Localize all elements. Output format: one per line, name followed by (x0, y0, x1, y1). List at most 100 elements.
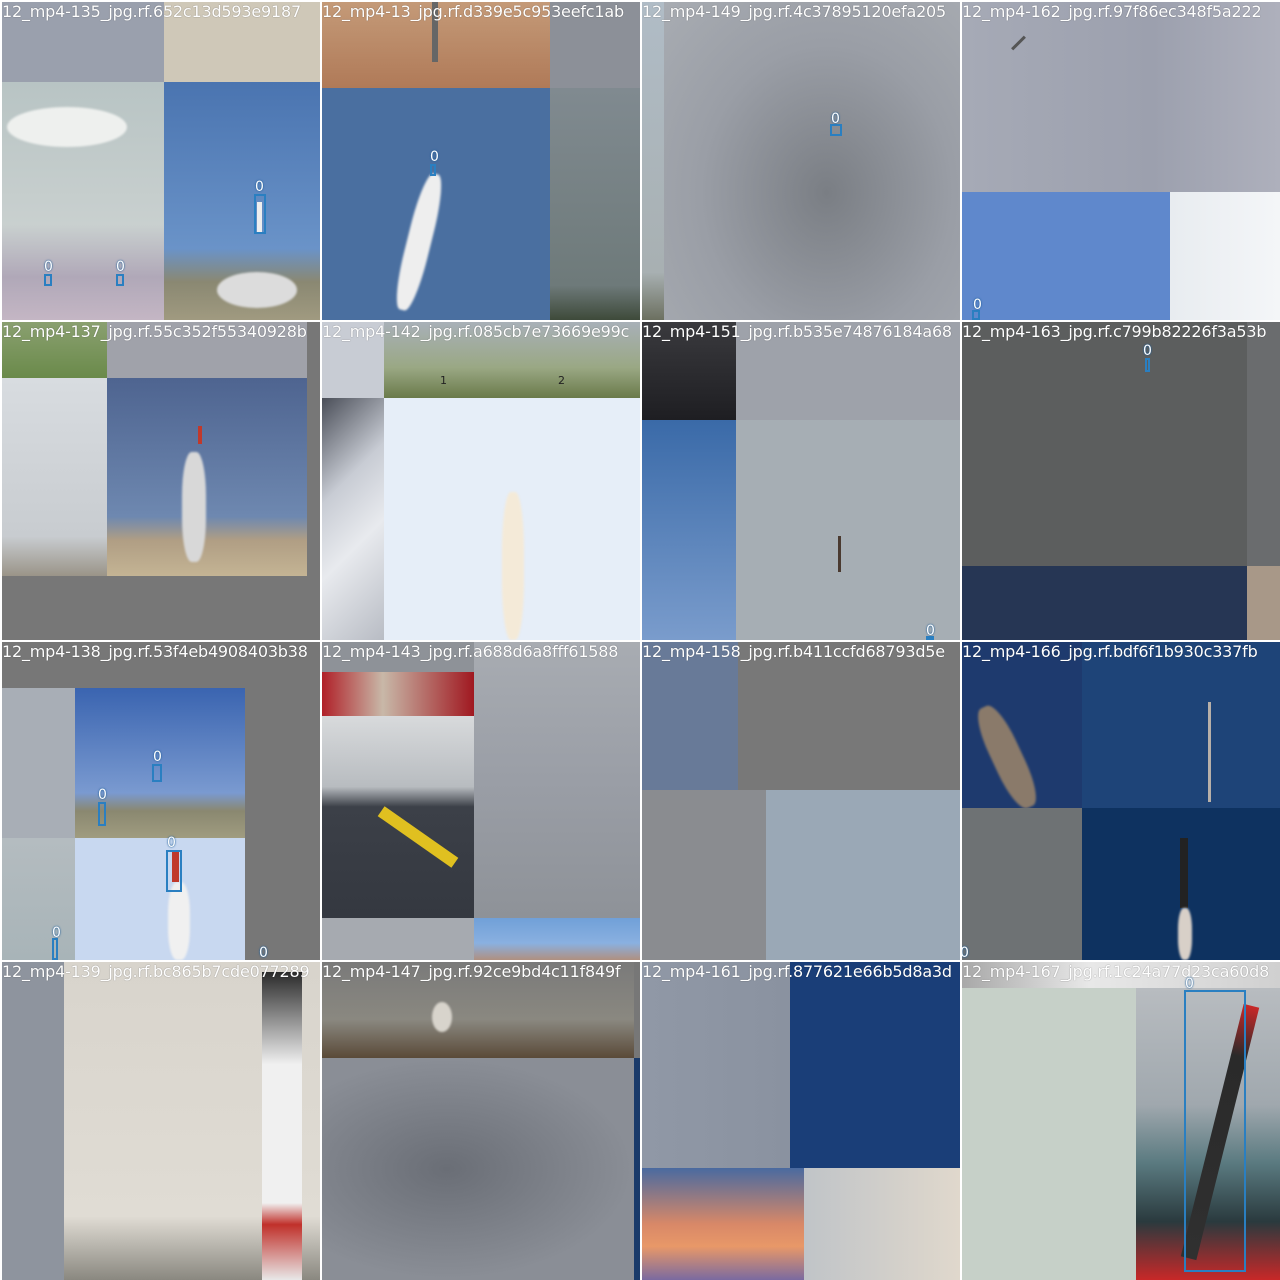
image-patch (1170, 192, 1280, 320)
mosaic-tile: 0 12_mp4-167_jpg.rf.1c24a77d23ca60d8 (962, 962, 1280, 1280)
image-patch (790, 962, 960, 1168)
rocket-mark (1180, 838, 1188, 908)
mosaic-tile: 0 12_mp4-163_jpg.rf.c799b82226f3a53b (962, 322, 1280, 640)
tile-title: 12_mp4-137_jpg.rf.55c352f55340928b (2, 322, 307, 341)
mosaic-tile: 0 12_mp4-166_jpg.rf.bdf6f1b930c337fb (962, 642, 1280, 960)
mosaic-tile: 0 12_mp4-151_jpg.rf.b535e74876184a68 (642, 322, 960, 640)
mosaic-tile: 12_mp4-161_jpg.rf.877621e66b5d8a3d (642, 962, 960, 1280)
image-patch (634, 1058, 640, 1280)
tile-title: 12_mp4-13_jpg.rf.d339e5c953eefc1ab (322, 2, 624, 21)
image-patch (642, 1168, 804, 1280)
scene-mark: 1 (440, 374, 447, 387)
launch-smoke (432, 1002, 452, 1032)
detection-box (1145, 358, 1150, 372)
rocket-mark (1208, 702, 1211, 802)
detection-box (98, 802, 106, 826)
detection-label: 0 (255, 179, 264, 195)
rocket-mark (838, 536, 841, 572)
tile-title: 12_mp4-142_jpg.rf.085cb7e73669e99c (322, 322, 630, 341)
detection-label: 0 (1143, 343, 1152, 359)
image-patch (2, 688, 75, 838)
tile-title: 12_mp4-139_jpg.rf.bc865b7cde077289 (2, 962, 310, 981)
image-patch (2, 576, 307, 640)
detection-label: 0 (973, 297, 982, 313)
tile-title: 12_mp4-135_jpg.rf.652c13d593e9187 (2, 2, 301, 21)
image-patch (766, 790, 960, 960)
tile-title: 12_mp4-143_jpg.rf.a688d6a8fff61588 (322, 642, 619, 661)
tile-title: 12_mp4-162_jpg.rf.97f86ec348f5a222 (962, 2, 1262, 21)
image-patch (1247, 322, 1280, 566)
detection-box (254, 194, 266, 234)
image-patch (642, 420, 736, 640)
image-patch (642, 642, 738, 790)
detection-label: 0 (116, 259, 125, 275)
image-patch (962, 322, 1247, 566)
image-patch (322, 398, 384, 640)
rocket-mark (262, 972, 302, 1280)
image-patch (474, 918, 640, 960)
image-patch (107, 378, 307, 576)
detection-box (152, 764, 162, 782)
mosaic-tile: 0 12_mp4-13_jpg.rf.d339e5c953eefc1ab (322, 2, 640, 320)
mosaic-grid: 0 0 0 12_mp4-135_jpg.rf.652c13d593e9187 … (0, 0, 1280, 1280)
exhaust-trail (168, 882, 190, 960)
rocket-mark (198, 426, 202, 444)
detection-label: 0 (259, 945, 268, 960)
exhaust-trail (182, 452, 206, 562)
image-patch (962, 808, 1082, 960)
image-patch (804, 1168, 960, 1280)
image-patch (322, 1058, 634, 1280)
mosaic-tile: 12_mp4-139_jpg.rf.bc865b7cde077289 (2, 962, 320, 1280)
image-patch (2, 378, 107, 576)
tile-title: 12_mp4-147_jpg.rf.92ce9bd4c11f849f (322, 962, 621, 981)
image-patch (962, 988, 1136, 1280)
exhaust-trail (502, 492, 524, 640)
image-patch (75, 838, 245, 960)
launch-smoke (217, 272, 297, 308)
detection-label: 0 (153, 749, 162, 765)
detection-box (116, 274, 124, 286)
mosaic-tile: 12_mp4-143_jpg.rf.a688d6a8fff61588 (322, 642, 640, 960)
image-patch (962, 566, 1247, 640)
tile-title: 12_mp4-138_jpg.rf.53f4eb4908403b38 (2, 642, 308, 661)
image-patch (642, 962, 790, 1168)
cloud (7, 107, 127, 147)
detection-label: 0 (926, 623, 935, 639)
detection-label: 0 (1185, 976, 1194, 992)
detection-label: 0 (962, 945, 969, 960)
detection-box (166, 850, 182, 892)
image-patch (1082, 642, 1280, 808)
image-patch (642, 790, 766, 960)
image-patch (2, 838, 75, 960)
tile-title: 12_mp4-167_jpg.rf.1c24a77d23ca60d8 (962, 962, 1270, 981)
detection-label: 0 (430, 149, 439, 165)
tile-title: 12_mp4-149_jpg.rf.4c37895120efa205 (642, 2, 947, 21)
image-patch (962, 192, 1170, 320)
detection-box (430, 164, 436, 176)
image-patch (1247, 566, 1280, 640)
mosaic-tile: 12_mp4-147_jpg.rf.92ce9bd4c11f849f (322, 962, 640, 1280)
detection-label: 0 (98, 787, 107, 803)
detection-label: 0 (52, 925, 61, 941)
mosaic-tile: 1 2 12_mp4-142_jpg.rf.085cb7e73669e99c (322, 322, 640, 640)
detection-label: 0 (167, 835, 176, 851)
tile-title: 12_mp4-151_jpg.rf.b535e74876184a68 (642, 322, 952, 341)
mosaic-tile: 0 0 0 0 0 12_mp4-138_jpg.rf.53f4eb490840… (2, 642, 320, 960)
image-patch (2, 962, 64, 1280)
image-patch (474, 642, 640, 918)
image-patch (664, 2, 960, 320)
detection-label: 0 (831, 111, 840, 127)
detection-box (1184, 990, 1246, 1272)
mosaic-tile: 0 12_mp4-149_jpg.rf.4c37895120efa205 (642, 2, 960, 320)
mosaic-tile: 0 12_mp4-162_jpg.rf.97f86ec348f5a222 (962, 2, 1280, 320)
scene-mark: 2 (558, 374, 565, 387)
image-patch (550, 88, 640, 320)
image-patch (736, 420, 960, 640)
tile-title: 12_mp4-166_jpg.rf.bdf6f1b930c337fb (962, 642, 1258, 661)
image-patch (322, 918, 474, 960)
image-patch (738, 642, 960, 790)
tile-title: 12_mp4-163_jpg.rf.c799b82226f3a53b (962, 322, 1267, 341)
image-patch (322, 672, 474, 716)
mosaic-tile: 0 0 0 12_mp4-135_jpg.rf.652c13d593e9187 (2, 2, 320, 320)
detection-box (52, 938, 58, 960)
